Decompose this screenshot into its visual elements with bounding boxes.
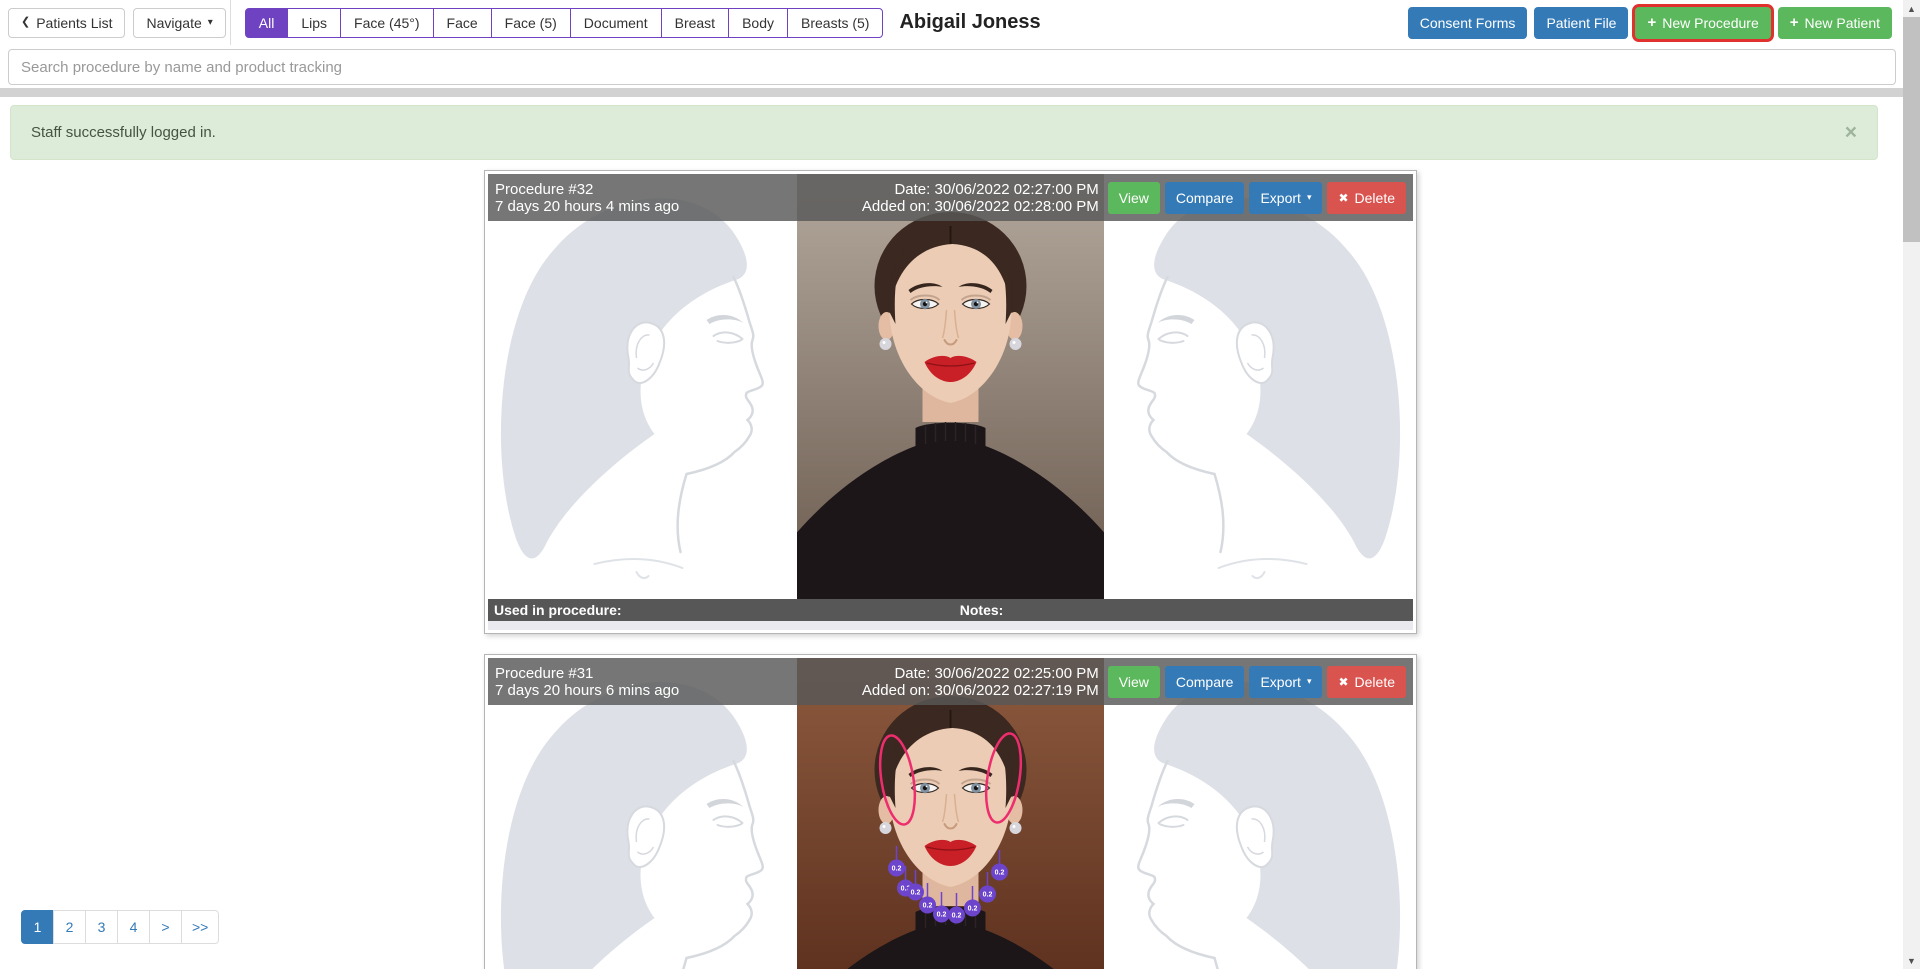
compare-label: Compare [1176,674,1234,690]
top-toolbar: ❮ Patients List Navigate ▾ All Lips Face… [0,0,1920,45]
profile-sketch-right [1106,174,1413,599]
x-icon: ✖ [1338,192,1348,204]
patient-actions: Consent Forms Patient File + New Procedu… [1408,7,1892,39]
consent-forms-label: Consent Forms [1420,15,1516,31]
search-bar [0,45,1920,88]
page-button-3[interactable]: 3 [85,910,118,944]
procedure-footer: Used in procedure: Notes: [488,599,1413,621]
procedure-date: Date: 30/06/2022 02:27:00 PM [862,181,1099,198]
scroll-up-button[interactable]: ▲ [1903,0,1920,17]
page-button-1[interactable]: 1 [21,910,54,944]
delete-label: Delete [1355,674,1395,690]
vertical-scrollbar[interactable]: ▲ ▼ [1903,0,1920,969]
tab-face[interactable]: Face [433,8,492,38]
tab-body[interactable]: Body [728,8,788,38]
procedure-title: Procedure #31 [495,665,679,682]
annotation-dot: 0.2 [888,846,905,877]
procedure-time-ago: 7 days 20 hours 6 mins ago [495,682,679,699]
procedure-added-date: Added on: 30/06/2022 02:27:19 PM [862,682,1099,699]
caret-down-icon: ▾ [1307,193,1312,202]
profile-sketch-left [488,174,795,599]
procedure-added-date: Added on: 30/06/2022 02:28:00 PM [862,198,1099,215]
procedure-header: Procedure #31 7 days 20 hours 6 mins ago… [488,658,1413,705]
navigate-label: Navigate [146,15,201,31]
alert-close-button[interactable]: × [1845,122,1857,143]
x-icon: ✖ [1338,676,1348,688]
svg-text:0.2: 0.2 [911,889,921,896]
alert-message: Staff successfully logged in. [31,124,216,141]
tab-face-5[interactable]: Face (5) [491,8,571,38]
new-patient-label: New Patient [1805,15,1880,31]
caret-down-icon: ▾ [208,18,213,28]
delete-button[interactable]: ✖ Delete [1327,182,1406,214]
view-label: View [1119,674,1149,690]
view-button[interactable]: View [1108,666,1160,698]
consent-forms-button[interactable]: Consent Forms [1408,7,1528,39]
export-button[interactable]: Export ▾ [1249,666,1322,698]
procedure-title: Procedure #32 [495,181,679,198]
compare-button[interactable]: Compare [1165,666,1245,698]
svg-text:0.2: 0.2 [995,869,1005,876]
new-patient-button[interactable]: + New Patient [1778,7,1892,39]
page-last-button[interactable]: >> [181,910,219,944]
svg-text:0.2: 0.2 [952,912,962,919]
procedure-card-32: Procedure #32 7 days 20 hours 4 mins ago… [484,170,1417,634]
scrollbar-thumb[interactable] [1903,17,1920,242]
chevron-left-icon: ❮ [21,17,30,28]
footer-spacer [488,621,1413,630]
new-procedure-button[interactable]: + New Procedure [1635,7,1770,39]
plus-icon: + [1647,15,1656,30]
compare-label: Compare [1176,190,1234,206]
svg-text:0.2: 0.2 [937,911,947,918]
svg-text:0.2: 0.2 [968,905,978,912]
view-label: View [1119,190,1149,206]
view-button[interactable]: View [1108,182,1160,214]
tab-face-45[interactable]: Face (45°) [340,8,434,38]
svg-text:0.2: 0.2 [923,902,933,909]
procedure-card-31: Procedure #31 7 days 20 hours 6 mins ago… [484,654,1417,969]
tab-document[interactable]: Document [570,8,662,38]
pagination: 1 2 3 4 > >> [21,910,219,944]
search-input[interactable] [8,49,1896,85]
page-button-4[interactable]: 4 [117,910,150,944]
success-alert: Staff successfully logged in. × [10,105,1878,160]
export-label: Export [1260,674,1300,690]
plus-icon: + [1790,15,1799,30]
tab-lips[interactable]: Lips [287,8,341,38]
procedure-photo [797,174,1104,599]
procedure-list: Procedure #32 7 days 20 hours 4 mins ago… [484,170,1417,969]
tab-all[interactable]: All [245,8,289,38]
scroll-down-button[interactable]: ▼ [1903,952,1920,969]
used-in-procedure-label: Used in procedure: [494,602,622,618]
delete-button[interactable]: ✖ Delete [1327,666,1406,698]
page-button-2[interactable]: 2 [53,910,86,944]
procedure-date: Date: 30/06/2022 02:25:00 PM [862,665,1099,682]
procedure-time-ago: 7 days 20 hours 4 mins ago [495,198,679,215]
svg-text:0.2: 0.2 [892,865,902,872]
patients-list-button[interactable]: ❮ Patients List [8,8,125,38]
delete-label: Delete [1355,190,1395,206]
tab-breasts-5[interactable]: Breasts (5) [787,8,883,38]
patient-file-button[interactable]: Patient File [1534,7,1628,39]
divider-strip [0,88,1920,97]
patient-file-label: Patient File [1546,15,1616,31]
page-next-button[interactable]: > [149,910,182,944]
new-procedure-label: New Procedure [1662,15,1759,31]
page-title-patient-name: Abigail Joness [899,11,1040,34]
export-label: Export [1260,190,1300,206]
navigate-button[interactable]: Navigate ▾ [133,8,225,38]
export-button[interactable]: Export ▾ [1249,182,1322,214]
toolbar-divider [230,0,231,45]
svg-text:0.2: 0.2 [983,891,993,898]
category-tabs: All Lips Face (45°) Face Face (5) Docume… [245,8,884,38]
notes-label: Notes: [960,602,1004,618]
patients-list-label: Patients List [36,15,112,31]
caret-down-icon: ▾ [1307,677,1312,686]
tab-breast[interactable]: Breast [661,8,729,38]
procedure-header: Procedure #32 7 days 20 hours 4 mins ago… [488,174,1413,221]
compare-button[interactable]: Compare [1165,182,1245,214]
